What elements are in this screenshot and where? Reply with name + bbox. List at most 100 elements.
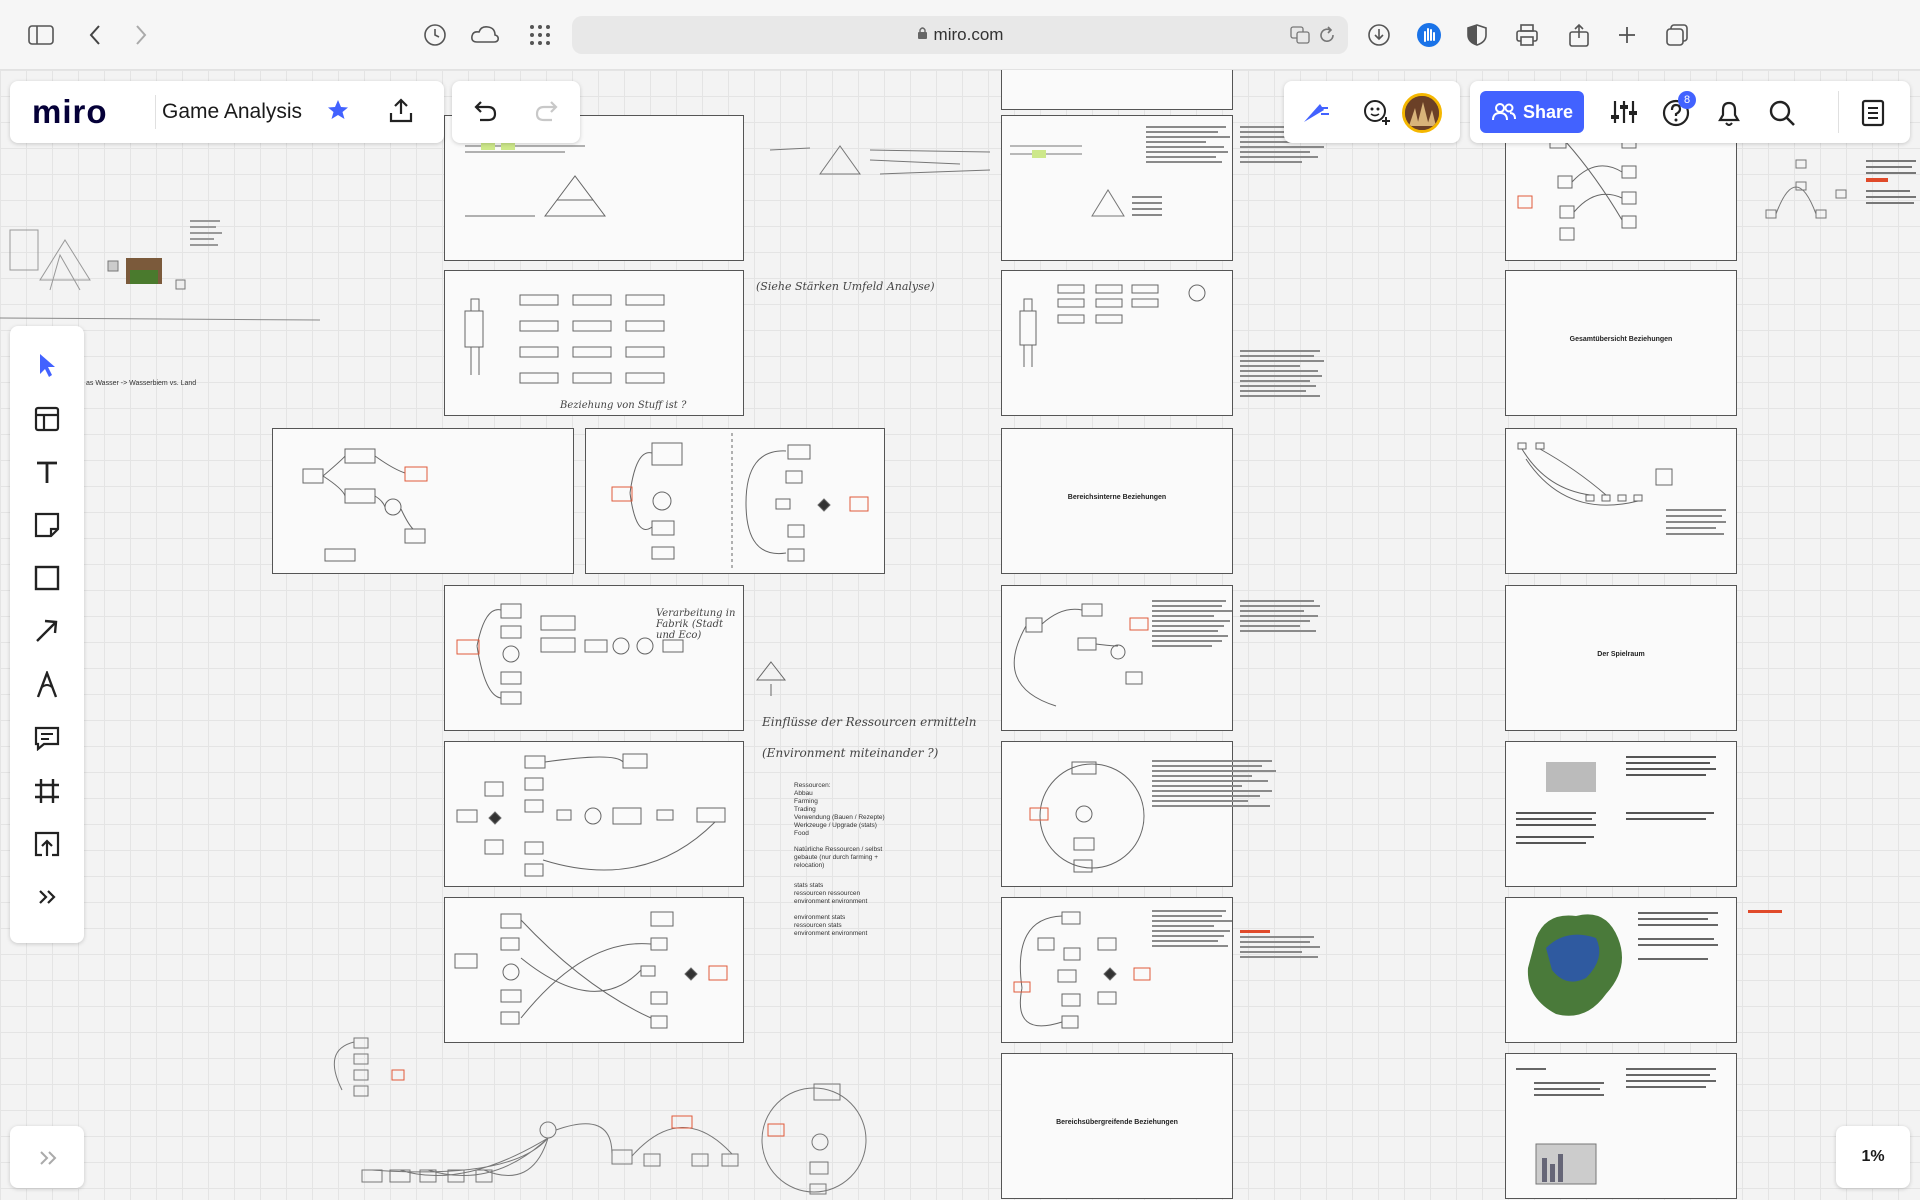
notifications-bell-icon[interactable] [1716, 99, 1742, 132]
lock-icon [917, 25, 928, 45]
settings-sliders-icon[interactable] [1610, 99, 1638, 130]
help-icon[interactable]: 8 [1662, 91, 1696, 132]
handwritten-note-2: Beziehung von Stuff ist ? [560, 400, 687, 411]
divider [155, 95, 156, 129]
star-icon[interactable] [326, 98, 350, 127]
frame-map[interactable] [1505, 897, 1737, 1043]
bottom-circle-diagram [761, 1083, 867, 1195]
avatar[interactable] [1402, 93, 1442, 133]
sticky-note-icon[interactable] [32, 510, 62, 540]
search-icon[interactable] [1768, 99, 1796, 132]
zoom-level[interactable]: 1% [1836, 1126, 1910, 1188]
frame-chart-text[interactable] [1505, 1053, 1737, 1199]
frame-gesamtuebersicht[interactable]: Gesamtübersicht Beziehungen [1505, 270, 1737, 416]
frame-title: Gesamtübersicht Beziehungen [1569, 335, 1673, 343]
text-tool-icon[interactable] [32, 457, 62, 487]
frame-spielraum[interactable]: Der Spielraum [1505, 585, 1737, 731]
frame-diagram-d[interactable] [444, 741, 744, 887]
text-block [1240, 930, 1324, 961]
users-icon [1491, 103, 1516, 121]
comment-icon[interactable] [32, 723, 62, 753]
browser-toolbar: miro.com [0, 0, 1920, 70]
more-tools-icon[interactable] [32, 882, 62, 912]
text-block [1152, 760, 1282, 810]
board-notes-icon[interactable] [1860, 99, 1886, 132]
url-text: miro.com [933, 25, 1004, 44]
frame-title: Bereichsübergreifende Beziehungen [1056, 1118, 1178, 1126]
frame-title: Bereichsinterne Beziehungen [1067, 493, 1167, 501]
red-highlight [1748, 910, 1782, 913]
text-block [1146, 126, 1236, 166]
share-button[interactable]: Share [1480, 91, 1584, 133]
select-cursor-icon[interactable] [32, 350, 62, 380]
back-icon[interactable] [80, 20, 110, 50]
frame-player-model[interactable] [1001, 270, 1233, 416]
shape-tool-icon[interactable] [32, 563, 62, 593]
handwritten-note-1: (Siehe Stärken Umfeld Analyse) [756, 280, 935, 293]
text-block [1152, 910, 1236, 950]
frame-diagram-c[interactable] [444, 585, 744, 731]
right-edge-sketch [1765, 159, 1916, 219]
reload-icon[interactable] [1318, 26, 1336, 49]
download-icon[interactable] [1364, 20, 1394, 50]
shield-icon[interactable] [1462, 20, 1492, 50]
redo-icon[interactable] [534, 99, 562, 128]
tabs-overview-icon[interactable] [1662, 20, 1692, 50]
resource-list: Ressourcen: Abbau Farming Trading Verwen… [794, 782, 885, 869]
frame-text-layout[interactable] [1505, 741, 1737, 887]
frame-diagram-b[interactable] [585, 428, 885, 574]
upload-icon[interactable] [32, 829, 62, 859]
address-bar[interactable]: miro.com [572, 16, 1348, 54]
divider [1838, 91, 1839, 133]
text-block [1152, 600, 1236, 650]
add-collaborator-icon[interactable] [1362, 98, 1392, 131]
new-tab-icon[interactable] [1612, 20, 1642, 50]
handwritten-note-4: Einflüsse der Ressourcen ermitteln [762, 715, 977, 729]
frame-player-categories[interactable] [444, 270, 744, 416]
board-canvas[interactable]: as Wasser -> Wasserbiem vs. Land (Siehe … [0, 70, 1920, 1200]
extension-hand-icon[interactable] [1414, 20, 1444, 50]
expand-panel-button[interactable] [10, 1126, 84, 1188]
frame-bereichsuebergreifende[interactable]: Bereichsübergreifende Beziehungen [1001, 1053, 1233, 1199]
frame-network-overview[interactable] [1505, 428, 1737, 574]
text-block [1240, 600, 1324, 635]
frame-top-cut[interactable] [1001, 70, 1233, 110]
expand-chevrons-icon [38, 1150, 58, 1171]
triangle-sketch [755, 661, 787, 696]
frame-title: Der Spielraum [1597, 650, 1645, 658]
undo-redo-panel [452, 81, 580, 143]
apps-grid-icon[interactable] [525, 20, 555, 50]
cloud-icon[interactable] [470, 20, 500, 50]
print-icon[interactable] [1512, 20, 1542, 50]
history-icon[interactable] [420, 20, 450, 50]
left-note: as Wasser -> Wasserbiem vs. Land [86, 380, 197, 387]
board-header: miro Game Analysis [10, 81, 444, 143]
miro-logo[interactable]: miro [32, 93, 108, 131]
board-title[interactable]: Game Analysis [162, 100, 302, 124]
left-sketches [0, 220, 321, 321]
connection-line-icon[interactable] [32, 616, 62, 646]
share-label: Share [1522, 101, 1574, 122]
frame-bereichsinterne[interactable]: Bereichsinterne Beziehungen [1001, 428, 1233, 574]
frame-diagram-a[interactable] [272, 428, 574, 574]
undo-icon[interactable] [470, 99, 498, 128]
frame-diagram-e[interactable] [444, 897, 744, 1043]
sidebar-toggle-icon[interactable] [26, 20, 56, 50]
help-badge: 8 [1678, 91, 1696, 109]
board-actions-panel: Share 8 [1470, 81, 1910, 143]
frame-tool-icon[interactable] [32, 776, 62, 806]
share-sheet-icon[interactable] [1564, 20, 1594, 50]
forward-icon[interactable] [126, 20, 156, 50]
handwritten-note-5: (Environment miteinander ?) [762, 746, 939, 760]
text-block [1240, 350, 1330, 400]
templates-icon[interactable] [32, 404, 62, 434]
handwritten-note-3: Verarbeitung in Fabrik (Stadt und Eco) [656, 608, 736, 641]
stats-list: stats stats ressourcen ressourcen enviro… [794, 882, 868, 937]
top-sketches [769, 145, 991, 175]
translate-icon[interactable] [1290, 26, 1310, 49]
collab-panel [1284, 81, 1460, 143]
reactions-icon[interactable] [1300, 98, 1330, 131]
pen-tool-icon[interactable] [32, 670, 62, 700]
creation-toolbar [10, 326, 84, 943]
export-icon[interactable] [388, 97, 414, 130]
